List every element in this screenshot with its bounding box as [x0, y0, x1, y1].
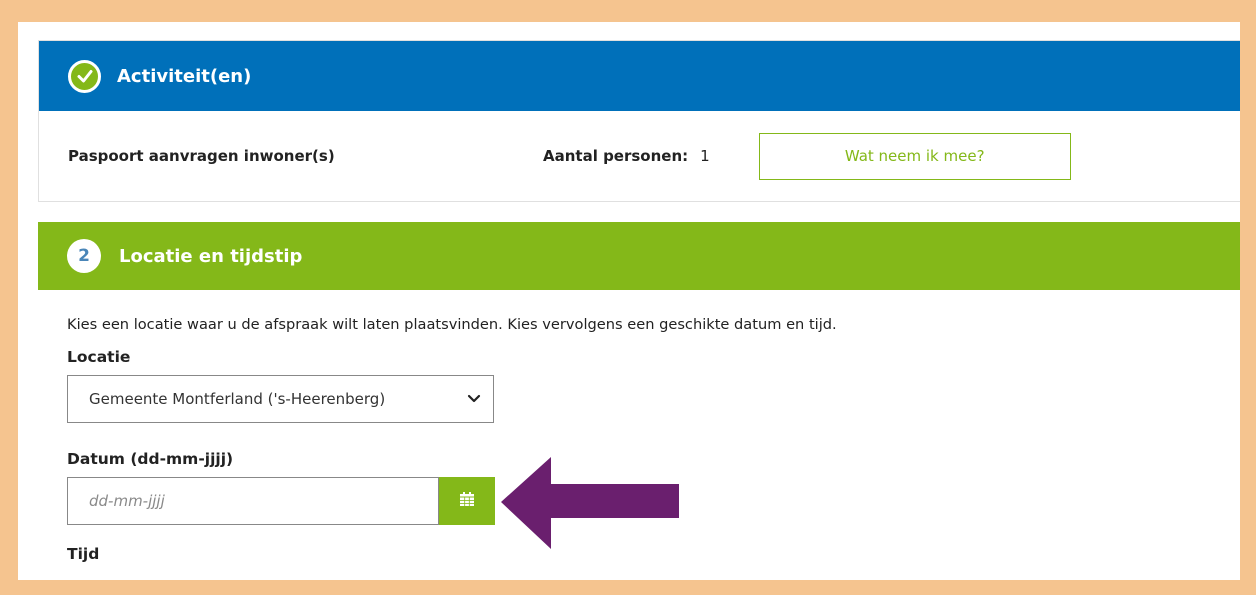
location-select[interactable]: Gemeente Montferland ('s-Heerenberg) — [67, 375, 494, 423]
activities-panel: Activiteit(en) Paspoort aanvragen inwone… — [38, 40, 1240, 202]
calendar-button[interactable] — [439, 477, 495, 525]
activities-title: Activiteit(en) — [117, 65, 252, 87]
location-header: 2 Locatie en tijdstip — [38, 222, 1240, 290]
calendar-icon — [459, 491, 475, 511]
chevron-down-icon — [467, 390, 481, 408]
location-select-value: Gemeente Montferland ('s-Heerenberg) — [89, 390, 386, 408]
date-input[interactable] — [67, 477, 439, 525]
persons-label: Aantal personen: — [543, 147, 689, 165]
what-to-bring-button[interactable]: Wat neem ik mee? — [758, 132, 1071, 180]
check-circle-icon — [68, 59, 101, 93]
persons-value: 1 — [700, 147, 710, 165]
step-number-badge: 2 — [67, 239, 101, 273]
activity-row: Paspoort aanvragen inwoner(s) Aantal per… — [39, 111, 1240, 201]
activities-header: Activiteit(en) — [39, 41, 1240, 111]
location-label: Locatie — [67, 348, 131, 366]
intro-text: Kies een locatie waar u de afspraak wilt… — [67, 316, 837, 333]
location-title: Locatie en tijdstip — [119, 245, 303, 267]
page-frame: Activiteit(en) Paspoort aanvragen inwone… — [18, 22, 1240, 580]
activity-name: Paspoort aanvragen inwoner(s) — [68, 147, 335, 165]
arrow-left-icon — [501, 457, 679, 549]
